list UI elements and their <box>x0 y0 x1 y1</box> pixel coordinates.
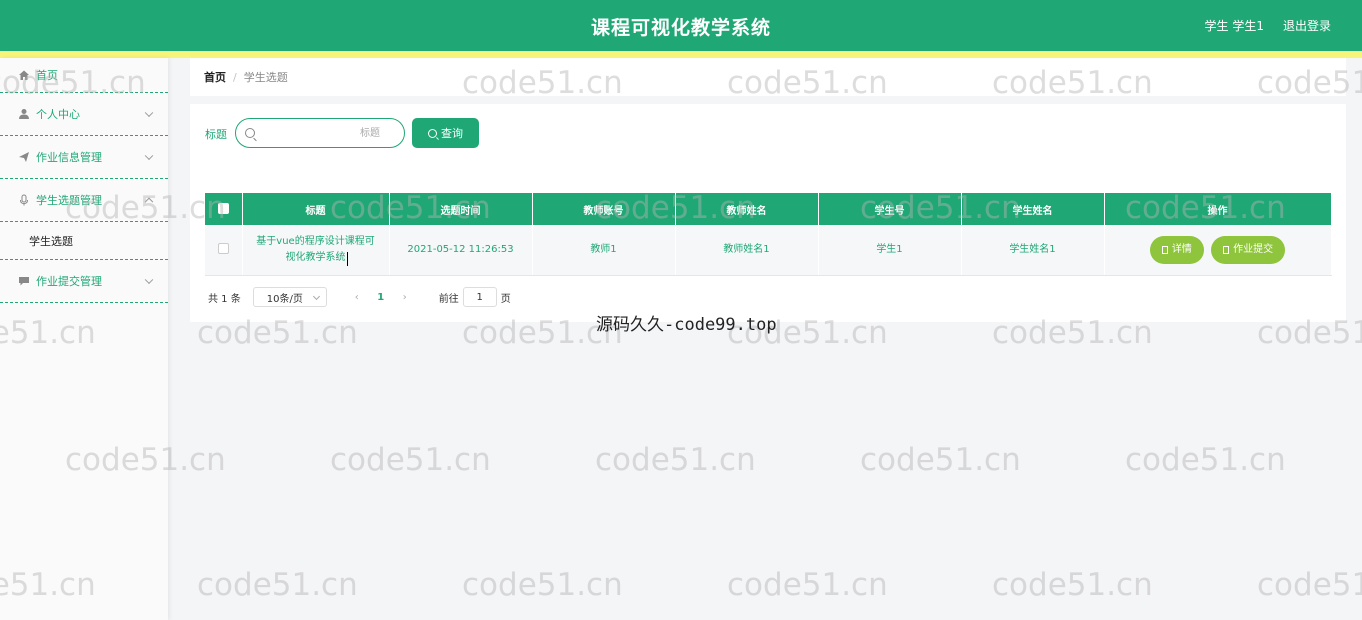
chat-icon <box>18 275 30 287</box>
text-cursor <box>347 252 350 266</box>
query-button[interactable]: 查询 <box>412 118 479 148</box>
goto-page-input[interactable] <box>462 287 497 307</box>
chevron-down-icon <box>312 292 320 301</box>
sidebar-item-homework-info[interactable]: 作业信息管理 <box>0 136 168 179</box>
detail-button-label: 详情 <box>1171 243 1192 255</box>
sidebar-item-label: 学生选题管理 <box>36 194 102 207</box>
cell-title: 基于vue的程序设计课程可视化教学系统 <box>242 225 390 276</box>
cell-time: 2021-05-12 11:26:53 <box>389 225 533 276</box>
breadcrumb: 首页 / 学生选题 <box>190 58 1346 96</box>
search-input[interactable] <box>260 123 400 143</box>
column-header: 学生号 <box>818 193 962 225</box>
watermark: code51.cn <box>1125 442 1286 478</box>
column-header: 选题时间 <box>389 193 533 225</box>
search-label: 标题 <box>205 128 227 141</box>
cell-teacher-name: 教师姓名1 <box>675 225 819 276</box>
data-table: 标题 选题时间 教师账号 教师姓名 学生号 学生姓名 操作 基于vue的程序设计… <box>205 193 1332 276</box>
breadcrumb-home[interactable]: 首页 <box>204 69 226 85</box>
sidebar-item-homework-submit[interactable]: 作业提交管理 <box>0 260 168 303</box>
cell-actions: 详情 作业提交 <box>1104 225 1332 276</box>
watermark: code51.cn <box>197 567 358 603</box>
page-size-select[interactable]: 10条/页 <box>252 287 327 307</box>
submit-homework-button[interactable]: 作业提交 <box>1211 235 1286 264</box>
sidebar-subitem-topic[interactable]: 学生选题 <box>0 222 168 260</box>
goto-label: 前往 <box>438 293 459 305</box>
watermark: code51.cn <box>860 442 1021 478</box>
watermark: code51.cn <box>462 567 623 603</box>
sidebar-item-label: 首页 <box>36 69 58 82</box>
watermark: code51.cn <box>1257 567 1362 603</box>
content-panel: 标题 查询 标题 选题时间 教师账号 教师姓名 学生号 学生姓名 操作 <box>190 104 1346 322</box>
column-header: 教师账号 <box>532 193 676 225</box>
prev-page-button[interactable]: ‹ <box>343 292 371 303</box>
page-unit-label: 页 <box>500 293 511 305</box>
chevron-up-icon <box>144 197 154 207</box>
select-all-checkbox[interactable] <box>217 203 229 215</box>
next-page-button[interactable]: › <box>391 292 419 303</box>
sidebar-item-home[interactable]: 首页 <box>0 58 168 93</box>
sidebar-item-label: 作业提交管理 <box>36 275 102 288</box>
app-title: 课程可视化教学系统 <box>590 17 771 39</box>
send-icon <box>18 151 30 163</box>
page-size-value: 10条/页 <box>266 293 303 305</box>
document-icon <box>1223 245 1230 254</box>
pagination: 共 1 条 10条/页 ‹ 1 › 前往 页 <box>208 287 511 307</box>
column-header: 学生姓名 <box>961 193 1105 225</box>
table-header-row: 标题 选题时间 教师账号 教师姓名 学生号 学生姓名 操作 <box>205 193 1332 225</box>
breadcrumb-current: 学生选题 <box>243 71 288 84</box>
user-icon <box>18 108 30 120</box>
cell-student-no: 学生1 <box>818 225 962 276</box>
sidebar-item-personal[interactable]: 个人中心 <box>0 93 168 136</box>
page-number[interactable]: 1 <box>371 292 391 303</box>
chevron-down-icon <box>144 108 154 118</box>
total-count: 共 1 条 <box>208 293 241 305</box>
search-icon <box>428 128 437 138</box>
sidebar-item-label: 作业信息管理 <box>36 151 102 164</box>
sidebar-item-topic-management[interactable]: 学生选题管理 <box>0 179 168 222</box>
detail-button[interactable]: 详情 <box>1149 235 1204 264</box>
row-select-cell[interactable] <box>205 225 243 276</box>
column-header: 操作 <box>1104 193 1332 225</box>
cell-teacher-account: 教师1 <box>532 225 676 276</box>
search-icon <box>245 128 255 138</box>
chevron-down-icon <box>144 275 154 285</box>
column-header: 标题 <box>242 193 390 225</box>
watermark: code51.cn <box>727 567 888 603</box>
chevron-down-icon <box>144 151 154 161</box>
search-field[interactable] <box>235 118 405 148</box>
logout-link[interactable]: 退出登录 <box>1283 17 1331 34</box>
row-checkbox[interactable] <box>217 243 229 255</box>
top-bar: 课程可视化教学系统 学生 学生1 退出登录 <box>0 0 1362 51</box>
document-icon <box>1161 245 1168 254</box>
watermark: code51.cn <box>595 442 756 478</box>
column-header: 教师姓名 <box>675 193 819 225</box>
table-row: 基于vue的程序设计课程可视化教学系统 2021-05-12 11:26:53 … <box>205 225 1332 276</box>
submit-homework-label: 作业提交 <box>1233 243 1274 255</box>
watermark: code51.cn <box>992 567 1153 603</box>
accent-bar <box>0 51 1362 58</box>
home-icon <box>18 69 30 81</box>
sidebar: 首页 个人中心 作业信息管理 学生选题管理 学生选题 作业提交管理 <box>0 58 168 620</box>
current-user: 学生 学生1 <box>1204 19 1264 33</box>
sidebar-item-label: 个人中心 <box>36 108 80 121</box>
mic-icon <box>18 194 30 206</box>
select-all-cell[interactable] <box>205 193 243 225</box>
query-button-label: 查询 <box>441 127 463 140</box>
watermark: code51.cn <box>330 442 491 478</box>
cell-student-name: 学生姓名1 <box>961 225 1105 276</box>
center-watermark: 源码久久-code99.top <box>596 315 777 335</box>
breadcrumb-separator: / <box>233 70 237 84</box>
